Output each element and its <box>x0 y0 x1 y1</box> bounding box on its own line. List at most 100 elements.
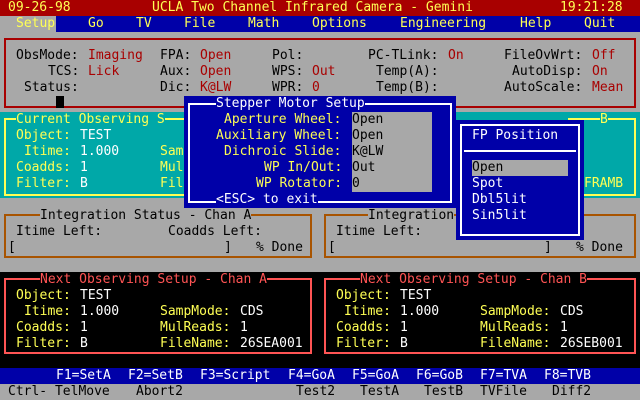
ctrl-testa[interactable]: TestA <box>360 384 399 400</box>
stepper-exit-hint[interactable]: <ESC> to exit <box>216 192 318 208</box>
fkey-f1[interactable]: F1=SetA <box>56 368 111 384</box>
next-a-itime-value[interactable]: 1.000 <box>80 304 119 320</box>
dic-label: Dic: <box>160 80 192 95</box>
next-a-coadds-value[interactable]: 1 <box>80 320 88 336</box>
ctrl-diff2[interactable]: Diff2 <box>552 384 591 400</box>
wp-inout-value[interactable]: Out <box>352 160 375 176</box>
current-a-filter-value: B <box>80 176 88 191</box>
next-b-filename-value[interactable]: 26SEB001 <box>560 336 623 352</box>
next-a-sampmode-value[interactable]: CDS <box>240 304 263 320</box>
next-a-mulreads-value[interactable]: 1 <box>240 320 248 336</box>
wps-value[interactable]: Out <box>312 64 335 80</box>
current-a-coadds-value: 1 <box>80 160 88 175</box>
next-a-mulreads-label: MulReads: <box>160 320 231 335</box>
current-a-mul-partial: Mul <box>160 160 184 175</box>
tcs-label: TCS: <box>48 64 80 79</box>
tcs-value[interactable]: Lick <box>88 64 119 80</box>
ctrl-testb[interactable]: TestB <box>424 384 463 400</box>
current-setup-b-title: B <box>600 112 608 128</box>
autoscale-value[interactable]: Mean <box>592 80 623 96</box>
ctrl-test2[interactable]: Test2 <box>296 384 335 400</box>
next-b-mulreads-value[interactable]: 1 <box>560 320 568 336</box>
stepper-dialog-title: Stepper Motor Setup <box>216 96 365 112</box>
next-b-sampmode-value[interactable]: CDS <box>560 304 583 320</box>
integration-b-progress-left: [ <box>328 240 336 255</box>
fp-option-spot[interactable]: Spot <box>472 176 503 192</box>
fkey-f8[interactable]: F8=TVB <box>544 368 591 384</box>
menu-item-go[interactable]: Go <box>88 16 104 32</box>
wp-rotator-value[interactable]: 0 <box>352 176 360 192</box>
current-b-framb: FRAMB <box>584 176 624 191</box>
ctrl-telmove[interactable]: Ctrl- TelMove <box>8 384 110 400</box>
next-b-coadds-label: Coadds: <box>336 320 391 335</box>
fkey-f2[interactable]: F2=SetB <box>128 368 183 384</box>
next-a-sampmode-label: SampMode: <box>160 304 231 319</box>
menu-item-quit[interactable]: Quit <box>584 16 615 32</box>
menu-item-engineering[interactable]: Engineering <box>400 16 486 32</box>
fp-option-open[interactable]: Open <box>472 160 503 176</box>
fkey-f5[interactable]: F5=GoA <box>352 368 399 384</box>
menu-item-help[interactable]: Help <box>520 16 551 32</box>
fp-option-dblslit[interactable]: Dbl5lit <box>472 192 527 208</box>
current-a-itime-value: 1.000 <box>80 144 120 159</box>
obsmode-label: ObsMode: <box>16 48 79 63</box>
next-b-filter-value[interactable]: B <box>400 336 408 352</box>
menu-item-file[interactable]: File <box>184 16 215 32</box>
integration-b-itime-left: Itime Left: <box>336 224 423 239</box>
pol-label: Pol: <box>272 48 304 63</box>
next-a-object-value[interactable]: TEST <box>80 288 111 304</box>
integration-a-coadds-left: Coadds Left: <box>168 224 262 239</box>
integration-b-title: Integration <box>368 208 455 224</box>
auxiliary-wheel-label: Auxiliary Wheel: <box>216 128 342 143</box>
aperture-wheel-value[interactable]: Open <box>352 112 383 128</box>
next-b-itime-value[interactable]: 1.000 <box>400 304 439 320</box>
ctrl-tvfile[interactable]: TVFile <box>480 384 527 400</box>
aperture-wheel-label: Aperture Wheel: <box>224 112 342 127</box>
fpa-label: FPA: <box>160 48 192 63</box>
fp-position-title: FP Position <box>472 128 559 143</box>
fileovwrt-label: FileOvWrt: <box>504 48 583 63</box>
next-b-mulreads-label: MulReads: <box>480 320 551 335</box>
menu-item-options[interactable]: Options <box>312 16 367 32</box>
next-b-coadds-value[interactable]: 1 <box>400 320 408 336</box>
fp-option-sinslit[interactable]: Sin5lit <box>472 208 527 224</box>
tempb-label: Temp(B): <box>376 80 439 95</box>
pctlink-value[interactable]: On <box>448 48 464 64</box>
fkey-f3[interactable]: F3=Script <box>200 368 270 384</box>
ctrl-abort2[interactable]: Abort2 <box>136 384 183 400</box>
next-a-filter-value[interactable]: B <box>80 336 88 352</box>
next-b-itime-label: Itime: <box>344 304 391 319</box>
fpa-value[interactable]: Open <box>200 48 231 64</box>
autodisp-value[interactable]: On <box>592 64 608 80</box>
current-a-fil-partial: Fil <box>160 176 184 191</box>
wpr-value[interactable]: 0 <box>312 80 320 96</box>
current-a-object-label: Object: <box>16 128 71 143</box>
next-a-filename-value[interactable]: 26SEA001 <box>240 336 303 352</box>
next-a-filter-label: Filter: <box>16 336 71 351</box>
current-a-filter-label: Filter: <box>16 176 71 191</box>
auxiliary-wheel-value[interactable]: Open <box>352 128 383 144</box>
next-b-object-value[interactable]: TEST <box>400 288 431 304</box>
next-a-filename-label: FileName: <box>160 336 231 351</box>
integration-b-pct-done: % Done <box>576 240 623 255</box>
current-a-samp-partial: Sam <box>160 144 184 159</box>
aux-value[interactable]: Open <box>200 64 231 80</box>
integration-a-progress-right: ] <box>224 240 232 255</box>
fileovwrt-value[interactable]: Off <box>592 48 615 64</box>
menu-item-math[interactable]: Math <box>248 16 279 32</box>
app-title: UCLA Two Channel Infrared Camera - Gemin… <box>152 0 473 15</box>
fp-position-divider <box>464 150 576 152</box>
dichroic-slide-label: Dichroic Slide: <box>224 144 342 159</box>
next-b-object-label: Object: <box>336 288 391 303</box>
current-a-object-value: TEST <box>80 128 112 143</box>
menu-item-tv[interactable]: TV <box>136 16 152 32</box>
current-a-coadds-label: Coadds: <box>16 160 71 175</box>
fkey-f7[interactable]: F7=TVA <box>480 368 527 384</box>
obsmode-value[interactable]: Imaging <box>88 48 143 64</box>
fkey-f4[interactable]: F4=GoA <box>288 368 335 384</box>
menu-label-setup[interactable]: Setup <box>16 16 55 32</box>
dic-value[interactable]: K@LW <box>200 80 231 96</box>
title-date: 09-26-98 <box>8 0 71 15</box>
fkey-f6[interactable]: F6=GoB <box>416 368 463 384</box>
dichroic-slide-value[interactable]: K@LW <box>352 144 383 160</box>
